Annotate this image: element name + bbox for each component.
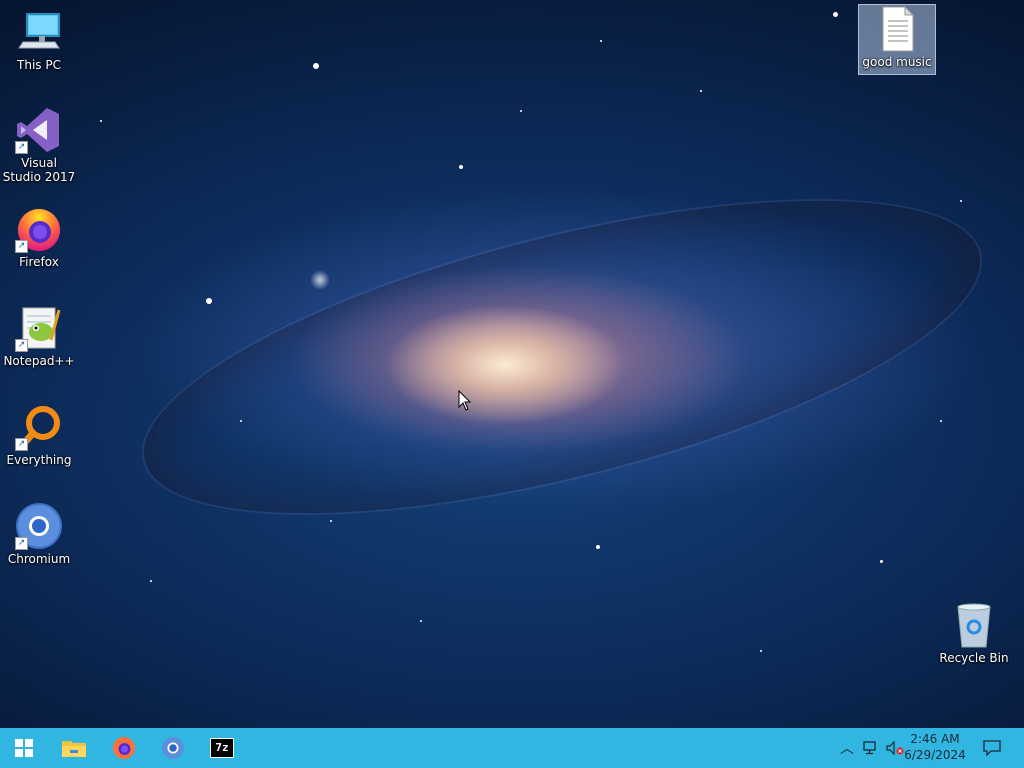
desktop-icon-this-pc[interactable]: This PC (1, 8, 77, 72)
star (240, 420, 242, 422)
network-icon (863, 741, 876, 755)
taskbar-file-explorer[interactable] (50, 728, 98, 768)
shortcut-arrow-icon: ↗ (15, 141, 28, 154)
chromium-icon (162, 737, 184, 759)
clock-date: 6/29/2024 (904, 748, 966, 762)
desktop-icon-everything[interactable]: ↗ Everything (1, 403, 77, 467)
icon-label: Notepad++ (3, 354, 75, 368)
star (459, 165, 463, 169)
shortcut-arrow-icon: ↗ (15, 339, 28, 352)
shortcut-arrow-icon: ↗ (15, 438, 28, 451)
notification-icon (983, 740, 1001, 756)
firefox-icon (113, 737, 135, 759)
desktop-file-good-music[interactable]: good music (858, 4, 936, 75)
star (700, 90, 702, 92)
star (100, 120, 102, 122)
star (960, 200, 962, 202)
tray-overflow-button[interactable]: ︿ (838, 728, 856, 768)
tray-network-button[interactable] (861, 728, 881, 768)
taskbar: 7z ︿ 2:46 AM 6/29/2024 (0, 728, 1024, 768)
star (206, 298, 212, 304)
icon-label: good music (862, 55, 932, 69)
recycle-bin-icon (950, 601, 998, 649)
tray-volume-button[interactable] (884, 728, 906, 768)
desktop-wallpaper[interactable]: This PC ↗ Visual Studio 2017 ↗ Firefox ↗… (0, 0, 1024, 728)
start-icon (15, 739, 33, 757)
visual-studio-icon: ↗ (15, 106, 63, 154)
icon-label: Firefox (19, 255, 59, 269)
desktop-icon-notepadpp[interactable]: ↗ Notepad++ (1, 304, 77, 368)
star (520, 110, 522, 112)
file-explorer-icon (62, 741, 86, 757)
start-button[interactable] (0, 728, 48, 768)
7zip-icon: 7z (210, 738, 234, 758)
text-file-icon (873, 5, 921, 53)
desktop-icon-firefox[interactable]: ↗ Firefox (1, 205, 77, 269)
7zip-label: 7z (215, 741, 229, 754)
star (420, 620, 422, 622)
star (940, 420, 942, 422)
chromium-icon: ↗ (15, 502, 63, 550)
firefox-icon: ↗ (15, 205, 63, 253)
taskbar-firefox[interactable] (100, 728, 148, 768)
star (600, 40, 602, 42)
galaxy-wallpaper-art (113, 134, 1011, 580)
chevron-up-icon: ︿ (840, 741, 854, 757)
star (880, 560, 883, 563)
taskbar-chromium[interactable] (149, 728, 197, 768)
notepadpp-icon: ↗ (15, 304, 63, 352)
taskbar-7zip[interactable]: 7z (198, 728, 246, 768)
icon-label: Recycle Bin (939, 651, 1009, 665)
icon-label: Visual Studio 2017 (2, 156, 76, 184)
star (833, 12, 838, 17)
taskbar-clock[interactable]: 2:46 AM 6/29/2024 (904, 731, 966, 763)
desktop-icon-visual-studio[interactable]: ↗ Visual Studio 2017 (1, 106, 77, 184)
star (313, 63, 319, 69)
mouse-cursor-icon (458, 389, 472, 416)
clock-time: 2:46 AM (910, 732, 960, 746)
icon-label: Chromium (7, 552, 71, 566)
everything-icon: ↗ (15, 403, 63, 451)
action-center-button[interactable] (976, 728, 1008, 768)
computer-icon (15, 8, 63, 56)
star (330, 520, 332, 522)
star (596, 545, 600, 549)
star (760, 650, 762, 652)
desktop-icon-chromium[interactable]: ↗ Chromium (1, 502, 77, 566)
icon-label: This PC (17, 58, 61, 72)
icon-label: Everything (6, 453, 72, 467)
star (150, 580, 152, 582)
shortcut-arrow-icon: ↗ (15, 537, 28, 550)
shortcut-arrow-icon: ↗ (15, 240, 28, 253)
desktop-icon-recycle-bin[interactable]: Recycle Bin (936, 601, 1012, 665)
volume-muted-icon (886, 741, 904, 755)
